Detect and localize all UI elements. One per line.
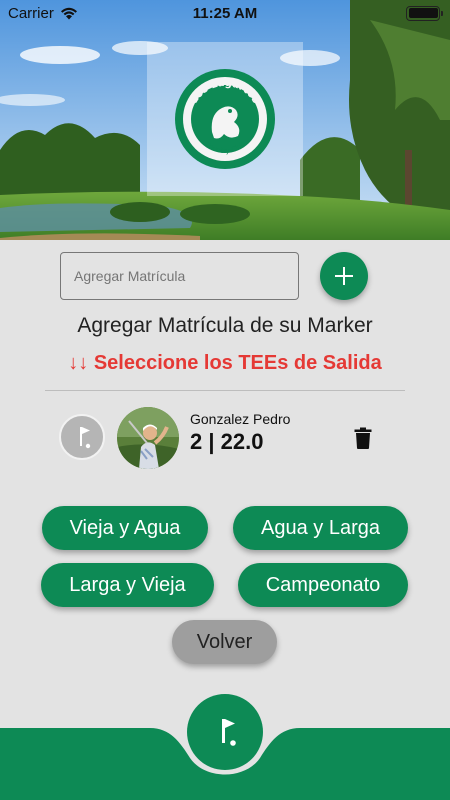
- hero-course-image: Los Lagartos Country Club: [0, 0, 450, 240]
- delete-player-button[interactable]: [350, 424, 376, 452]
- golf-flag-fab[interactable]: [187, 694, 263, 770]
- plus-icon: [335, 267, 353, 285]
- tee-button-larga-vieja[interactable]: Larga y Vieja: [41, 563, 214, 607]
- avatar: [117, 407, 179, 469]
- matricula-row: [60, 252, 370, 300]
- wifi-icon: [60, 7, 77, 19]
- player-photo: [117, 407, 179, 469]
- player-name: Gonzalez Pedro: [190, 411, 291, 427]
- volver-button[interactable]: Volver: [172, 620, 277, 664]
- golf-flag-icon: [80, 427, 91, 449]
- club-logo-panel: Los Lagartos Country Club: [147, 42, 303, 196]
- tee-button-campeonato[interactable]: Campeonato: [238, 563, 408, 607]
- page-title: Agregar Matrícula de su Marker: [77, 314, 373, 337]
- player-score: 2 | 22.0: [190, 429, 264, 454]
- tee-button-agua-larga[interactable]: Agua y Larga: [233, 506, 408, 550]
- golf-flag-icon: [222, 719, 236, 746]
- carrier-label: Carrier: [8, 4, 54, 22]
- club-logo: Los Lagartos Country Club: [175, 69, 275, 169]
- status-bar: Carrier 11:25 AM: [0, 0, 450, 26]
- battery-icon: [406, 5, 443, 21]
- player-status-icon[interactable]: [59, 414, 105, 460]
- trash-icon: [354, 427, 372, 449]
- matricula-input[interactable]: [60, 252, 299, 300]
- divider: [45, 390, 405, 391]
- add-matricula-button[interactable]: [320, 252, 368, 300]
- tee-warning: ↓↓ Seleccione los TEEs de Salida: [68, 352, 382, 374]
- battery-level: [408, 8, 438, 18]
- tee-button-vieja-agua[interactable]: Vieja y Agua: [42, 506, 208, 550]
